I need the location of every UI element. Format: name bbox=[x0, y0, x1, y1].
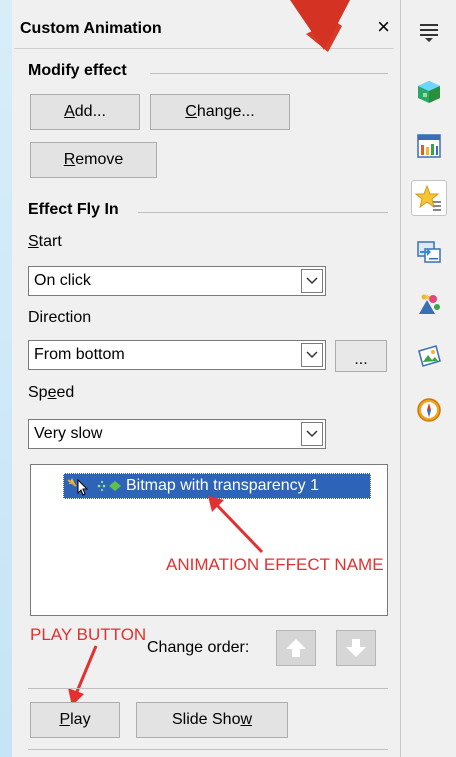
custom-animation-icon[interactable] bbox=[411, 180, 447, 216]
remove-label-post: emove bbox=[75, 151, 124, 168]
gallery-image-icon[interactable] bbox=[411, 338, 447, 374]
chevron-down-icon[interactable] bbox=[301, 422, 323, 446]
modify-effect-divider bbox=[150, 73, 388, 74]
add-label-key: A bbox=[64, 103, 75, 120]
start-label-key: S bbox=[28, 233, 39, 250]
direction-dropdown[interactable]: From bottom bbox=[28, 340, 326, 370]
slideshow-label-pre: Slide Sho bbox=[171, 711, 241, 728]
start-label: Start bbox=[28, 233, 62, 251]
change-label-key: C bbox=[185, 103, 197, 120]
play-button-arrow bbox=[68, 645, 98, 706]
direction-value: From bottom bbox=[34, 346, 125, 363]
pointer-arrow bbox=[290, 0, 350, 52]
play-divider bbox=[28, 688, 388, 689]
direction-label: Direction bbox=[28, 309, 92, 326]
sidebar-toolbar bbox=[401, 0, 456, 757]
on-click-icon bbox=[66, 476, 94, 496]
close-icon[interactable]: × bbox=[377, 14, 390, 40]
change-order-label: Change order: bbox=[147, 639, 250, 656]
arrow-down-icon bbox=[346, 639, 366, 657]
modify-effect-heading: Modify effect bbox=[28, 62, 127, 79]
remove-button[interactable]: Remove bbox=[30, 142, 157, 178]
chevron-down-icon[interactable] bbox=[301, 269, 323, 293]
add-button[interactable]: Add... bbox=[30, 94, 140, 130]
speed-label: Speed bbox=[28, 384, 74, 402]
start-value: On click bbox=[34, 272, 91, 289]
speed-dropdown[interactable]: Very slow bbox=[28, 419, 326, 449]
speed-label-post: ed bbox=[56, 384, 75, 401]
slideshow-label-key: w bbox=[240, 711, 253, 728]
move-up-button[interactable] bbox=[276, 630, 316, 666]
start-dropdown[interactable]: On click bbox=[28, 266, 326, 296]
direction-options-button[interactable]: ... bbox=[335, 340, 387, 372]
change-button[interactable]: Change... bbox=[150, 94, 290, 130]
move-down-button[interactable] bbox=[336, 630, 376, 666]
effect-name-arrow bbox=[208, 496, 264, 554]
ellipsis-label: ... bbox=[354, 351, 368, 368]
play-label-key: P bbox=[59, 711, 71, 728]
chevron-down-icon[interactable] bbox=[301, 343, 323, 367]
play-label-post: lay bbox=[70, 711, 91, 728]
properties-icon[interactable] bbox=[411, 74, 447, 110]
bottom-divider bbox=[28, 749, 388, 750]
remove-label-key: R bbox=[63, 151, 76, 168]
arrow-up-icon bbox=[286, 639, 306, 657]
effect-divider bbox=[138, 212, 388, 213]
start-label-post: tart bbox=[38, 233, 62, 250]
change-label-post: hange... bbox=[196, 103, 255, 120]
speed-label-pre: Sp bbox=[28, 384, 48, 401]
play-button[interactable]: Play bbox=[30, 702, 120, 738]
effect-heading: Effect Fly In bbox=[28, 201, 119, 218]
background-strip bbox=[0, 0, 12, 757]
slide-transition-icon[interactable] bbox=[411, 234, 447, 270]
navigator-icon[interactable] bbox=[411, 392, 447, 428]
sidebar-menu-icon[interactable] bbox=[411, 14, 447, 50]
fly-in-icon bbox=[96, 479, 122, 493]
add-label-post: dd... bbox=[74, 103, 106, 120]
slide-show-button[interactable]: Slide Sho w bbox=[136, 702, 288, 738]
styles-icon[interactable] bbox=[411, 128, 447, 164]
master-slides-icon[interactable] bbox=[411, 286, 447, 322]
panel-title: Custom Animation bbox=[20, 20, 162, 37]
effect-name-annotation: ANIMATION EFFECT NAME bbox=[166, 555, 384, 574]
speed-value: Very slow bbox=[34, 425, 103, 442]
